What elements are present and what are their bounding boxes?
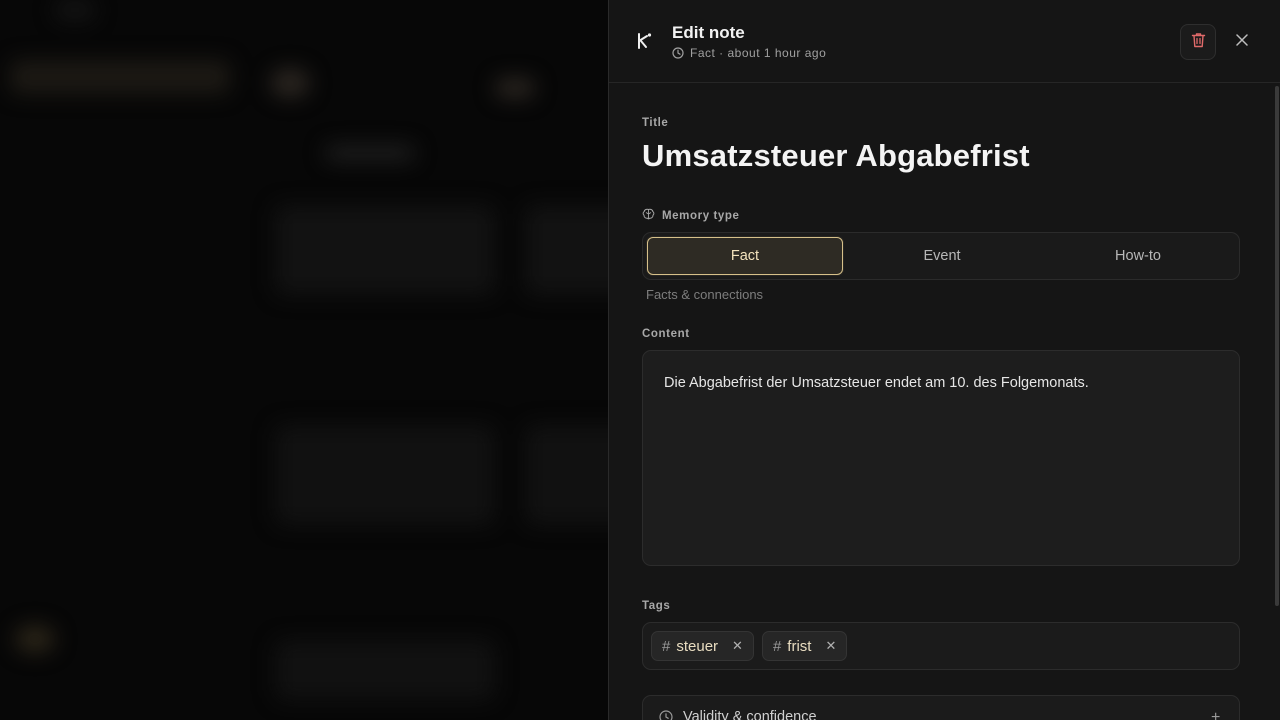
drawer-body: Title Umsatzsteuer Abgabefrist Memory ty… — [609, 84, 1273, 720]
content-textarea[interactable]: Die Abgabefrist der Umsatzsteuer endet a… — [642, 350, 1240, 566]
tag-chip: # frist ✕ — [761, 631, 848, 661]
tag-chip: # steuer ✕ — [651, 631, 754, 661]
clock-icon — [672, 47, 684, 59]
memory-type-label-text: Memory type — [662, 209, 740, 222]
memory-type-option-event[interactable]: Event — [845, 237, 1039, 275]
validity-confidence-label: Validity & confidence — [683, 709, 817, 720]
memory-type-selector: Fact Event How-to — [642, 232, 1240, 280]
clock-icon — [659, 710, 673, 720]
note-meta: Fact · about 1 hour ago — [672, 46, 826, 60]
blurred-background-app — [0, 0, 608, 720]
tag-label: steuer — [676, 637, 719, 655]
tag-label: frist — [787, 637, 812, 655]
title-input[interactable]: Umsatzsteuer Abgabefrist — [642, 138, 1030, 174]
remove-tag-icon[interactable]: ✕ — [732, 638, 743, 654]
close-icon — [1236, 33, 1248, 51]
hash-icon: # — [662, 637, 671, 655]
edit-note-drawer: Edit note Fact · about 1 hour ago Title … — [608, 0, 1280, 720]
hash-icon: # — [772, 637, 782, 655]
content-label: Content — [642, 328, 690, 340]
tags-input[interactable]: # steuer ✕ # frist ✕ — [642, 622, 1240, 670]
scrollbar-thumb[interactable] — [1275, 86, 1279, 606]
memory-type-option-how-to[interactable]: How-to — [1041, 237, 1235, 275]
memory-type-option-fact[interactable]: Fact — [647, 237, 843, 275]
drawer-title: Edit note — [672, 23, 745, 42]
note-meta-text: Fact · about 1 hour ago — [690, 46, 827, 60]
scrollbar[interactable] — [1273, 84, 1280, 720]
validity-confidence-section[interactable]: Validity & confidence + — [642, 695, 1240, 720]
tags-label: Tags — [642, 600, 671, 612]
remove-tag-icon[interactable]: ✕ — [825, 638, 836, 654]
memory-type-label: Memory type — [642, 208, 740, 223]
delete-note-button[interactable] — [1180, 24, 1216, 60]
app-logo-icon — [629, 23, 661, 59]
expand-icon: + — [1211, 709, 1221, 720]
trash-icon — [1191, 32, 1206, 53]
drawer-header: Edit note Fact · about 1 hour ago — [609, 0, 1280, 83]
title-label: Title — [642, 117, 669, 129]
brain-icon — [642, 208, 655, 223]
close-drawer-button[interactable] — [1229, 29, 1255, 55]
memory-type-hint: Facts & connections — [646, 287, 764, 302]
